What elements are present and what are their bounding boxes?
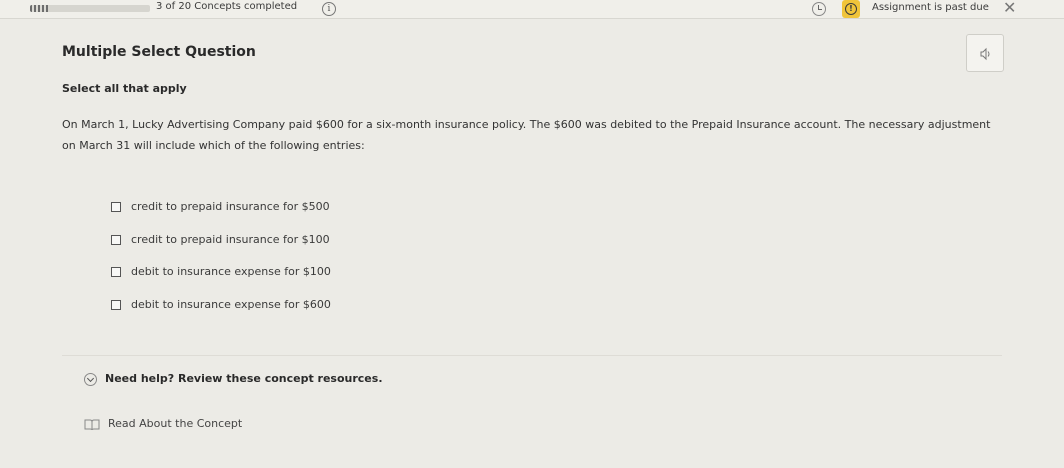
read-aloud-button[interactable] xyxy=(966,34,1004,72)
question-type-title: Multiple Select Question xyxy=(62,44,256,60)
read-about-concept-text: Read About the Concept xyxy=(108,417,243,430)
top-bar: 3 of 20 Concepts completed i ! Assignmen… xyxy=(0,0,1064,19)
question-prompt: On March 1, Lucky Advertising Company pa… xyxy=(62,118,991,152)
choice-label: debit to insurance expense for $100 xyxy=(131,265,331,278)
speaker-icon xyxy=(980,47,990,61)
choice-label: credit to prepaid insurance for $100 xyxy=(131,232,330,246)
book-icon xyxy=(84,419,100,431)
alert-icon: ! xyxy=(842,0,860,18)
choice-checkbox[interactable] xyxy=(111,299,121,310)
clock-icon xyxy=(812,2,826,16)
alert-glyph: ! xyxy=(845,3,857,15)
choice-checkbox[interactable] xyxy=(111,202,121,212)
chevron-down-icon xyxy=(84,373,97,386)
progress-bar xyxy=(30,5,150,12)
past-due-notice: Assignment is past due xyxy=(872,2,989,13)
need-help-text: Need help? Review these concept resource… xyxy=(105,372,383,385)
progress-bar-fill xyxy=(30,5,48,12)
choice-checkbox[interactable] xyxy=(111,234,121,245)
section-divider xyxy=(62,355,1002,356)
choice-label: debit to insurance expense for $600 xyxy=(131,297,331,311)
choice-checkbox[interactable] xyxy=(111,267,121,277)
question-instruction: Select all that apply xyxy=(62,82,187,95)
choice-label: credit to prepaid insurance for $500 xyxy=(131,200,330,213)
info-icon[interactable]: i xyxy=(322,2,336,16)
progress-text: 3 of 20 Concepts completed xyxy=(156,1,298,12)
close-icon[interactable]: ✕ xyxy=(1003,0,1016,18)
